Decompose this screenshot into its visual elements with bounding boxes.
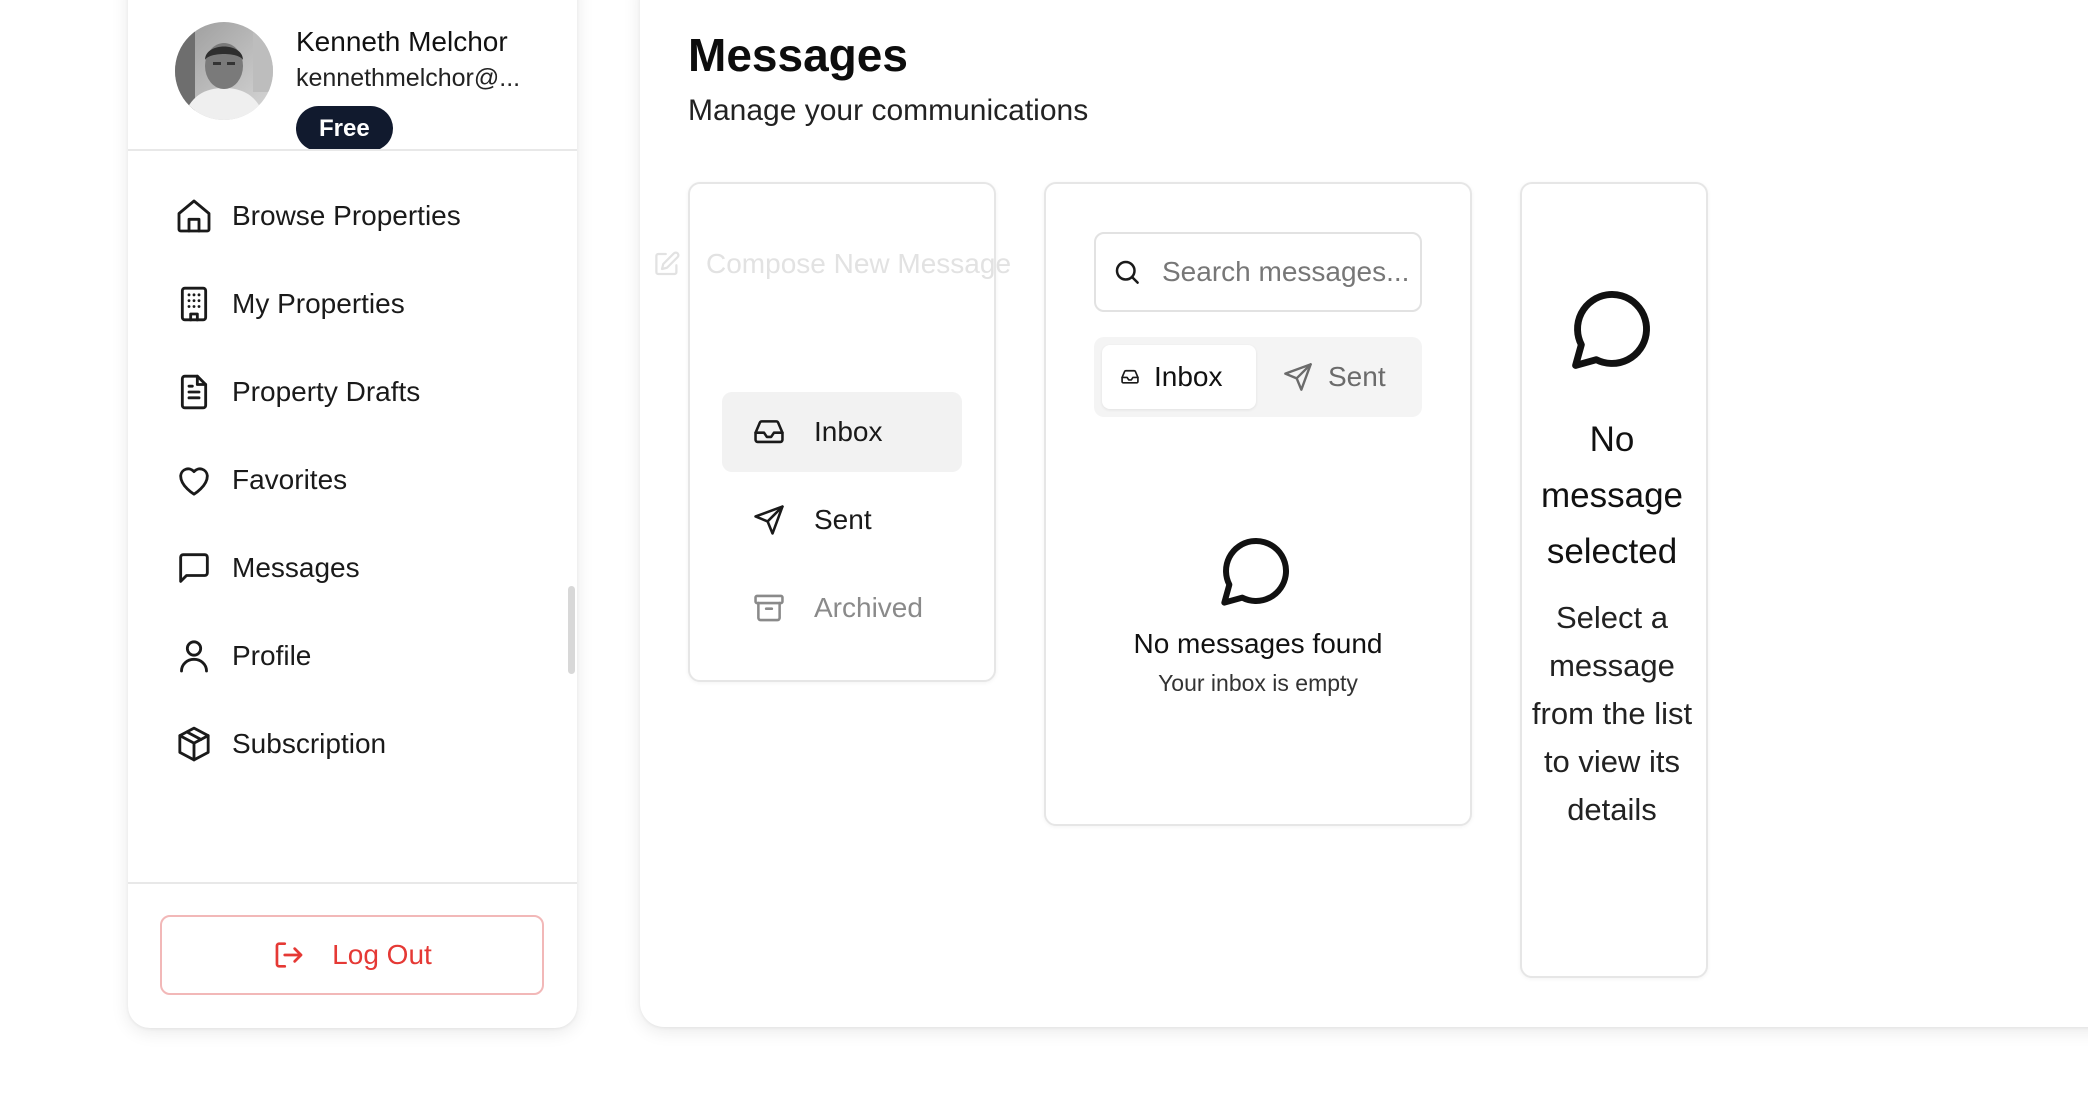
- user-icon: [174, 636, 214, 676]
- logout-button[interactable]: Log Out: [160, 915, 544, 995]
- file-text-icon: [174, 372, 214, 412]
- inbox-icon: [752, 415, 786, 449]
- search-input[interactable]: [1162, 242, 1412, 302]
- logout-label: Log Out: [332, 939, 432, 970]
- sidebar-item-label: Messages: [232, 552, 360, 583]
- sidebar-item-messages[interactable]: Messages: [174, 540, 360, 596]
- sidebar-item-favorites[interactable]: Favorites: [174, 452, 347, 508]
- message-tabs: Inbox Sent: [1094, 337, 1422, 417]
- sidebar-scrollbar[interactable]: [568, 586, 575, 674]
- folder-label: Inbox: [814, 416, 883, 447]
- sidebar-item-label: Subscription: [232, 728, 387, 759]
- send-icon: [752, 503, 786, 537]
- page-title: Messages: [688, 29, 908, 81]
- sidebar-item-my-properties[interactable]: My Properties: [174, 276, 405, 332]
- sidebar-item-label: Favorites: [232, 464, 348, 495]
- folder-sent[interactable]: Sent: [722, 480, 962, 560]
- tab-sent[interactable]: Sent: [1264, 345, 1414, 409]
- detail-empty-title: No message selected: [1540, 420, 1684, 571]
- user-email: kennethmelchor@...: [296, 64, 521, 92]
- home-icon: [174, 196, 214, 236]
- sidebar-divider: [128, 882, 577, 884]
- tab-inbox[interactable]: Inbox: [1102, 345, 1256, 409]
- user-profile-block: Kenneth Melchor kennethmelchor@... Free: [128, 0, 577, 180]
- sidebar-item-profile[interactable]: Profile: [174, 628, 311, 684]
- inbox-icon: [1120, 367, 1140, 387]
- empty-state-title: No messages found: [1133, 628, 1383, 659]
- message-square-icon: [174, 548, 214, 588]
- folder-label: Archived: [814, 592, 923, 623]
- tab-label: Sent: [1328, 361, 1386, 392]
- sidebar-item-label: Browse Properties: [232, 200, 461, 231]
- archive-icon: [752, 591, 786, 625]
- folder-label: Sent: [814, 504, 872, 535]
- empty-state-subtitle: Your inbox is empty: [1158, 670, 1358, 696]
- edit-icon: [652, 249, 682, 279]
- heart-icon: [174, 460, 214, 500]
- send-icon: [1282, 361, 1314, 393]
- avatar[interactable]: [175, 22, 273, 120]
- sidebar: Kenneth Melchor kennethmelchor@... Free …: [128, 0, 577, 1028]
- tab-label: Inbox: [1154, 361, 1223, 392]
- sidebar-item-label: My Properties: [232, 288, 405, 319]
- search-icon: [1112, 257, 1142, 287]
- folder-archived[interactable]: Archived: [722, 568, 962, 648]
- plan-badge: Free: [296, 106, 393, 151]
- detail-empty-subtitle: Select a message from the list to view i…: [1531, 600, 1693, 827]
- folder-inbox[interactable]: Inbox: [722, 392, 962, 472]
- log-out-icon: [272, 938, 306, 972]
- sidebar-item-browse-properties[interactable]: Browse Properties: [174, 188, 461, 244]
- sidebar-item-label: Profile: [232, 640, 312, 671]
- sidebar-divider: [128, 149, 577, 151]
- package-icon: [174, 724, 214, 764]
- sidebar-item-subscription[interactable]: Subscription: [174, 716, 386, 772]
- sidebar-item-label: Property Drafts: [232, 376, 421, 407]
- sidebar-item-property-drafts[interactable]: Property Drafts: [174, 364, 420, 420]
- user-name: Kenneth Melchor: [296, 26, 508, 57]
- compose-label: Compose New Message: [706, 248, 1012, 279]
- page-subtitle: Manage your communications: [688, 94, 1089, 127]
- message-circle-icon: [1566, 283, 1658, 375]
- message-circle-icon: [1216, 531, 1296, 611]
- search-box: [1094, 232, 1422, 312]
- compose-new-message-button[interactable]: Compose New Message: [652, 246, 1011, 282]
- building-icon: [174, 284, 214, 324]
